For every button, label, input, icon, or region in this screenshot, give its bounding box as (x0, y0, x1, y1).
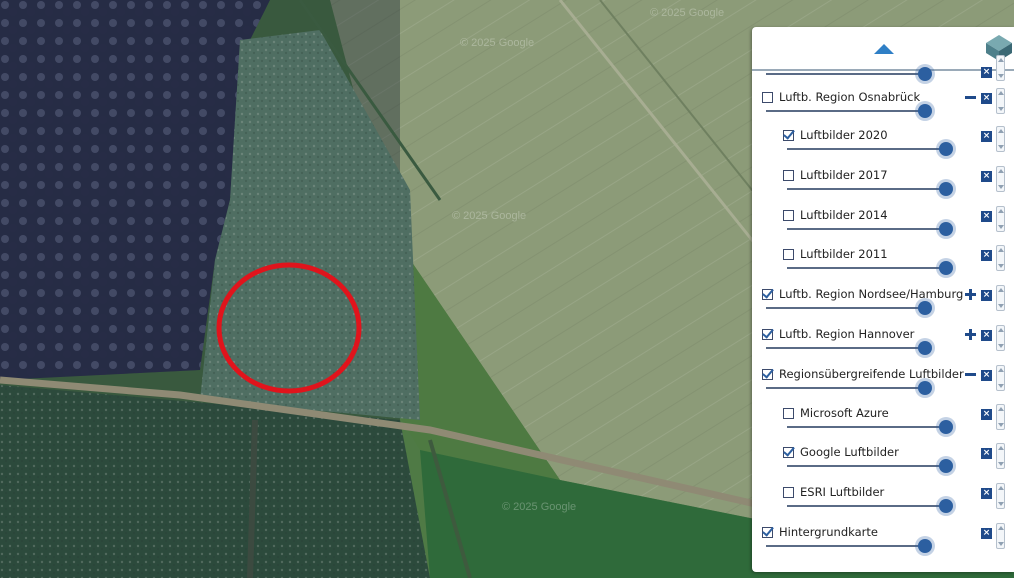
opacity-slider-knob[interactable] (918, 301, 932, 315)
layer-order-scroller[interactable] (996, 285, 1005, 311)
layer-checkbox[interactable] (783, 408, 794, 419)
layer-order-scroller[interactable] (996, 88, 1005, 114)
opacity-slider-track[interactable] (766, 110, 926, 112)
layer-order-scroller[interactable] (996, 483, 1005, 509)
layer-checkbox[interactable] (783, 249, 794, 260)
collapse-group-icon[interactable] (965, 96, 976, 99)
opacity-slider-knob[interactable] (939, 459, 953, 473)
remove-layer-button[interactable]: × (981, 488, 992, 499)
opacity-slider-track[interactable] (787, 426, 947, 428)
map-watermark: © 2025 Google (502, 501, 576, 513)
layer-order-scroller[interactable] (996, 404, 1005, 430)
layer-row: Luftb. Region Hannover × (752, 325, 1014, 367)
opacity-slider-knob[interactable] (918, 67, 932, 81)
opacity-slider-knob[interactable] (939, 420, 953, 434)
layer-label: Luftbilder 2020 (800, 128, 888, 142)
layer-checkbox[interactable] (762, 92, 773, 103)
layer-checkbox[interactable] (762, 527, 773, 538)
layer-row: Luftbilder 2011 × (752, 245, 1014, 287)
remove-layer-button[interactable]: × (981, 171, 992, 182)
opacity-slider-knob[interactable] (939, 261, 953, 275)
layer-label: Luftb. Region Osnabrück (779, 90, 921, 104)
opacity-slider-track[interactable] (787, 505, 947, 507)
remove-layer-button[interactable]: × (981, 528, 992, 539)
opacity-slider-knob[interactable] (939, 499, 953, 513)
collapse-arrow-icon[interactable] (874, 44, 894, 54)
remove-layer-button[interactable]: × (981, 211, 992, 222)
opacity-slider-track[interactable] (766, 347, 926, 349)
layer-checkbox[interactable] (783, 210, 794, 221)
opacity-slider-knob[interactable] (918, 104, 932, 118)
remove-layer-button[interactable]: × (981, 290, 992, 301)
remove-layer-button[interactable]: × (981, 93, 992, 104)
opacity-slider-knob[interactable] (918, 381, 932, 395)
layer-order-scroller[interactable] (996, 245, 1005, 271)
layer-label: Luftb. Region Hannover (779, 327, 915, 341)
layer-row: ESRI Luftbilder × (752, 483, 1014, 525)
layer-control-panel: × Luftb. Region Osnabrück × Luftbilder 2… (752, 27, 1014, 572)
layer-order-scroller[interactable] (996, 523, 1005, 549)
opacity-slider-knob[interactable] (939, 222, 953, 236)
layer-order-scroller[interactable] (996, 365, 1005, 391)
remove-layer-button[interactable]: × (981, 409, 992, 420)
opacity-slider-track[interactable] (787, 188, 947, 190)
remove-layer-button[interactable]: × (981, 448, 992, 459)
expand-group-icon[interactable] (965, 329, 976, 340)
opacity-slider-track[interactable] (787, 228, 947, 230)
map-watermark: © 2025 Google (460, 37, 534, 49)
layer-checkbox[interactable] (783, 487, 794, 498)
layer-label: Microsoft Azure (800, 406, 889, 420)
remove-layer-button[interactable]: × (981, 67, 992, 78)
layer-order-scroller[interactable] (996, 126, 1005, 152)
layer-checkbox[interactable] (783, 130, 794, 141)
layer-label: Luftbilder 2017 (800, 168, 888, 182)
layer-row: Regionsübergreifende Luftbilder × (752, 365, 1014, 407)
layer-row: Luftb. Region Osnabrück × (752, 88, 1014, 130)
layer-order-scroller[interactable] (996, 166, 1005, 192)
layer-row: Luftbilder 2020 × (752, 126, 1014, 168)
layer-label: Regionsübergreifende Luftbilder (779, 367, 964, 381)
collapse-group-icon[interactable] (965, 373, 976, 376)
layer-label: Luftbilder 2014 (800, 208, 888, 222)
layer-label: Google Luftbilder (800, 445, 899, 459)
remove-layer-button[interactable]: × (981, 131, 992, 142)
map-watermark: © 2025 Google (650, 7, 724, 19)
layer-order-scroller[interactable] (996, 443, 1005, 469)
layer-checkbox[interactable] (762, 369, 773, 380)
layer-label: Luftb. Region Nordsee/Hamburg (779, 287, 964, 301)
layer-row: Hintergrundkarte × (752, 523, 1014, 565)
opacity-slider-track[interactable] (787, 148, 947, 150)
opacity-slider-knob[interactable] (918, 341, 932, 355)
layer-order-scroller[interactable] (996, 55, 1005, 81)
opacity-slider-knob[interactable] (918, 539, 932, 553)
opacity-slider-track[interactable] (766, 307, 926, 309)
layer-order-scroller[interactable] (996, 325, 1005, 351)
layer-label: Hintergrundkarte (779, 525, 878, 539)
expand-group-icon[interactable] (965, 289, 976, 300)
layer-label: Luftbilder 2011 (800, 247, 888, 261)
opacity-slider-track[interactable] (766, 387, 926, 389)
layer-checkbox[interactable] (783, 447, 794, 458)
opacity-slider-knob[interactable] (939, 182, 953, 196)
map-watermark: © 2025 Google (452, 210, 526, 222)
opacity-slider-track[interactable] (766, 545, 926, 547)
layer-row: Luftbilder 2017 × (752, 166, 1014, 208)
opacity-slider-track[interactable] (766, 73, 926, 75)
opacity-slider-track[interactable] (787, 465, 947, 467)
opacity-slider-knob[interactable] (939, 142, 953, 156)
layer-label: ESRI Luftbilder (800, 485, 885, 499)
remove-layer-button[interactable]: × (981, 330, 992, 341)
layer-order-scroller[interactable] (996, 206, 1005, 232)
remove-layer-button[interactable]: × (981, 250, 992, 261)
layer-checkbox[interactable] (762, 329, 773, 340)
remove-layer-button[interactable]: × (981, 370, 992, 381)
layer-checkbox[interactable] (783, 170, 794, 181)
opacity-slider-track[interactable] (787, 267, 947, 269)
layer-row: Luftbilder 2014 × (752, 206, 1014, 248)
layer-row: Google Luftbilder × (752, 443, 1014, 485)
layer-row: Microsoft Azure × (752, 404, 1014, 446)
layer-checkbox[interactable] (762, 289, 773, 300)
layer-row: Luftb. Region Nordsee/Hamburg × (752, 285, 1014, 327)
